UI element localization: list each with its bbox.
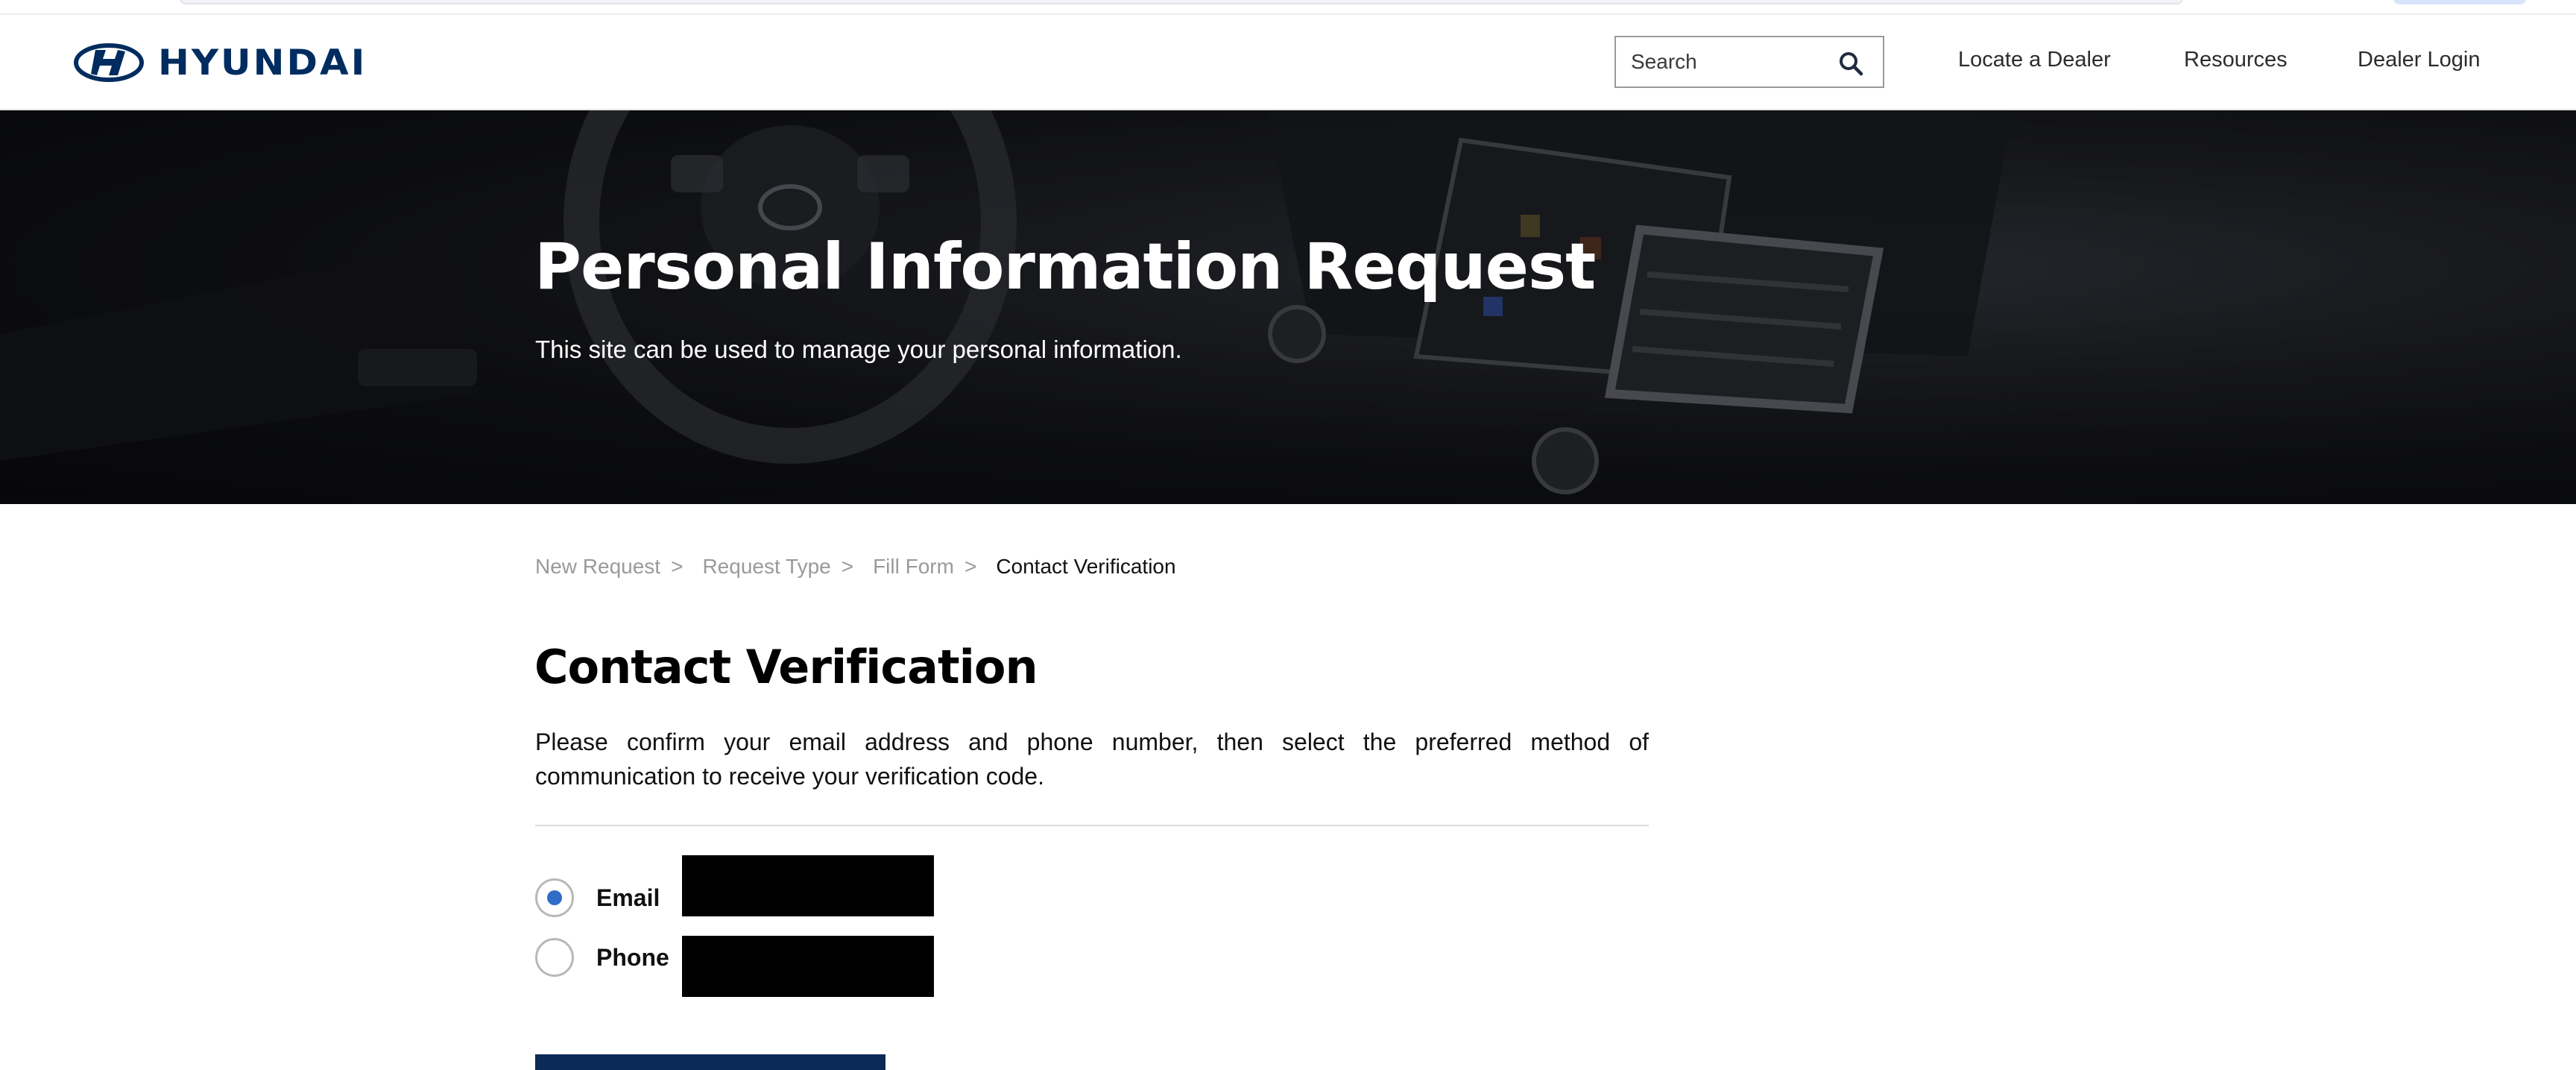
hyundai-logo[interactable]: HYUNDAI [73, 42, 367, 84]
breadcrumb-separator: > [671, 555, 684, 578]
breadcrumb-separator: > [964, 555, 977, 578]
phone-radio[interactable] [535, 938, 574, 977]
breadcrumb-separator: > [841, 555, 854, 578]
nav-locate-dealer[interactable]: Locate a Dealer [1958, 48, 2111, 72]
phone-option[interactable]: Phone [535, 938, 671, 977]
breadcrumb-current: Contact Verification [996, 555, 1176, 578]
breadcrumb: New Request > Request Type > Fill Form >… [535, 555, 1176, 579]
phone-label[interactable]: Phone [596, 944, 671, 972]
email-option[interactable]: Email [535, 878, 671, 917]
nav-resources[interactable]: Resources [2184, 48, 2288, 72]
submit-button[interactable] [535, 1054, 886, 1070]
section-title: Contact Verification [534, 640, 1038, 694]
hyundai-emblem-icon [74, 43, 144, 82]
breadcrumb-request-type[interactable]: Request Type [702, 555, 830, 579]
browser-button-edge[interactable] [2393, 0, 2527, 4]
redacted-phone-value [682, 936, 934, 997]
brand-wordmark: HYUNDAI [158, 42, 367, 84]
nav-dealer-login[interactable]: Dealer Login [2358, 48, 2480, 72]
page-subtitle: This site can be used to manage your per… [535, 336, 1182, 363]
email-label[interactable]: Email [596, 884, 671, 912]
search-icon[interactable] [1838, 51, 1863, 76]
site-header: HYUNDAI Locate a Dealer Resources Dealer… [0, 15, 2576, 110]
instructions-text: Please confirm your email address and ph… [535, 728, 1649, 790]
page-title: Personal Information Request [534, 230, 1596, 304]
email-radio[interactable] [535, 878, 574, 917]
car-interior-background [0, 110, 2576, 504]
redacted-email-value [682, 855, 934, 916]
divider [535, 825, 1649, 826]
browser-toolbar-edge [0, 0, 2576, 15]
radio-selected-dot [547, 890, 562, 905]
breadcrumb-fill-form[interactable]: Fill Form [873, 555, 954, 579]
breadcrumb-new-request[interactable]: New Request [535, 555, 660, 579]
search-input[interactable] [1616, 40, 1832, 84]
search-box[interactable] [1614, 36, 1884, 88]
address-bar-edge[interactable] [179, 0, 2184, 4]
hero-banner: Personal Information Request This site c… [0, 110, 2576, 504]
